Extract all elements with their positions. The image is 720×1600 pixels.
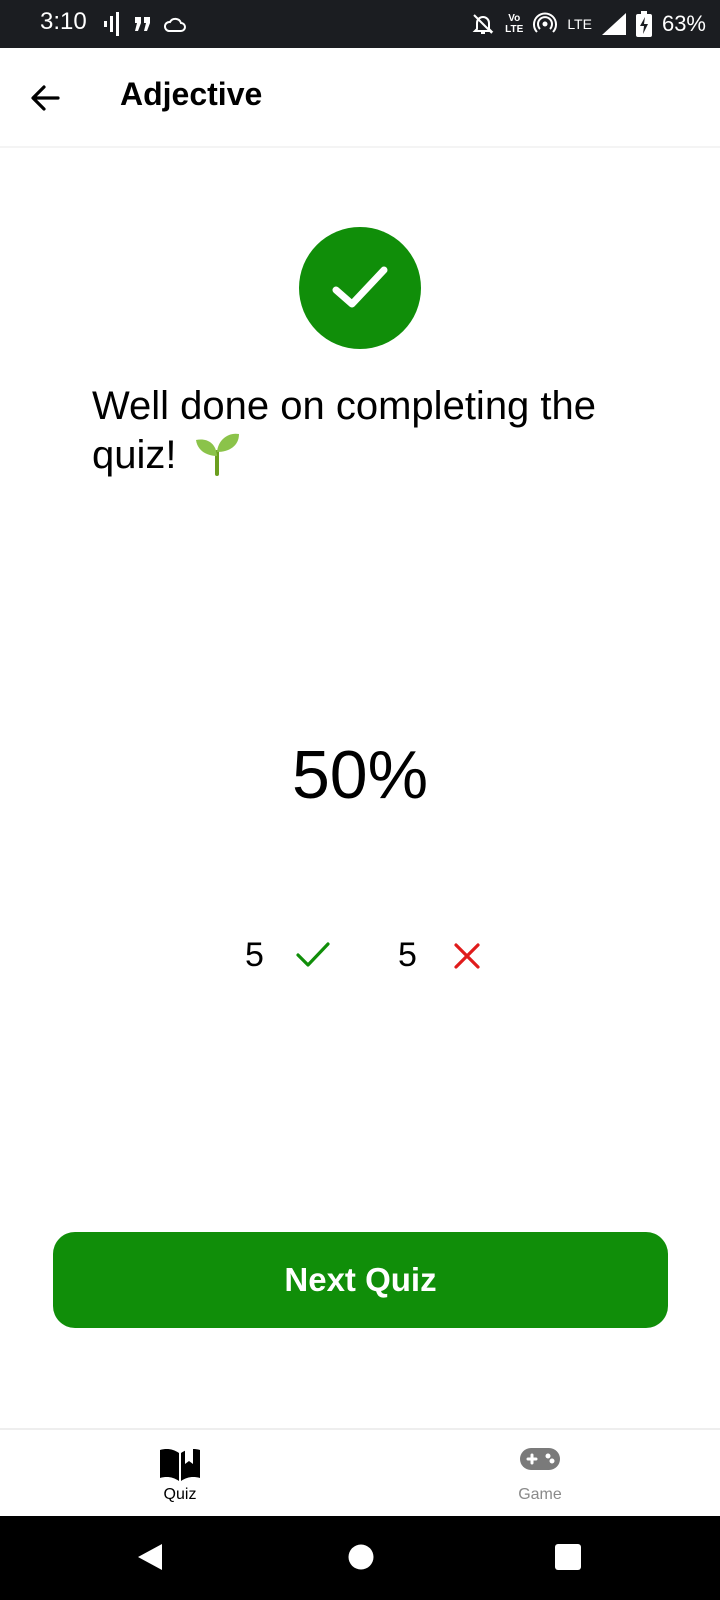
incorrect-count: 5: [398, 936, 417, 974]
recents-square-icon[interactable]: [554, 1542, 582, 1572]
battery-charging-icon: [635, 11, 652, 37]
check-circle-icon: [299, 227, 421, 349]
bottom-nav: Quiz Game: [0, 1428, 720, 1516]
home-circle-icon[interactable]: [347, 1542, 375, 1572]
volte-icon: Vo LTE: [505, 13, 523, 35]
back-triangle-icon[interactable]: [136, 1542, 164, 1572]
score-percent: 50%: [291, 737, 429, 813]
correct-count: 5: [245, 936, 264, 974]
volte-top-label: Vo: [508, 13, 521, 24]
status-right-icons: Vo LTE LTE 63%: [471, 8, 706, 40]
completion-message: Well done on completing the quiz!: [92, 382, 652, 479]
nav-item-game[interactable]: Game: [360, 1430, 720, 1516]
nav-label-quiz: Quiz: [163, 1486, 197, 1503]
page-title: Adjective: [120, 76, 263, 112]
battery-percent: 63%: [661, 11, 706, 36]
hotspot-icon: [533, 12, 558, 33]
back-button[interactable]: [26, 78, 66, 118]
volte-bottom-label: LTE: [505, 24, 524, 35]
system-nav-bar: [0, 1516, 720, 1600]
arrow-left-icon: [31, 85, 60, 111]
cross-icon: [454, 943, 480, 969]
completion-message-text: Well done on completing the quiz!: [92, 384, 597, 477]
cellular-signal-icon: [601, 13, 626, 35]
network-label: LTE: [567, 16, 592, 32]
quote-icon: [135, 17, 150, 31]
status-left-icons: [104, 10, 186, 38]
status-time: 3:10: [40, 8, 87, 35]
signal-bars-icon: [104, 12, 119, 36]
app-bar: Adjective: [0, 48, 720, 144]
status-bar: 3:10 Vo LTE LTE 63%: [0, 0, 720, 48]
app-bar-divider: [0, 146, 720, 148]
open-book-icon: [160, 1448, 200, 1481]
nav-item-quiz[interactable]: Quiz: [0, 1430, 360, 1516]
check-icon: [296, 942, 330, 967]
nav-label-game: Game: [518, 1486, 562, 1503]
next-quiz-button[interactable]: Next Quiz: [53, 1232, 668, 1328]
cloud-icon: [164, 17, 186, 32]
mute-bell-icon: [472, 14, 494, 34]
seedling-icon: [195, 433, 239, 476]
gamepad-icon: [520, 1448, 560, 1470]
